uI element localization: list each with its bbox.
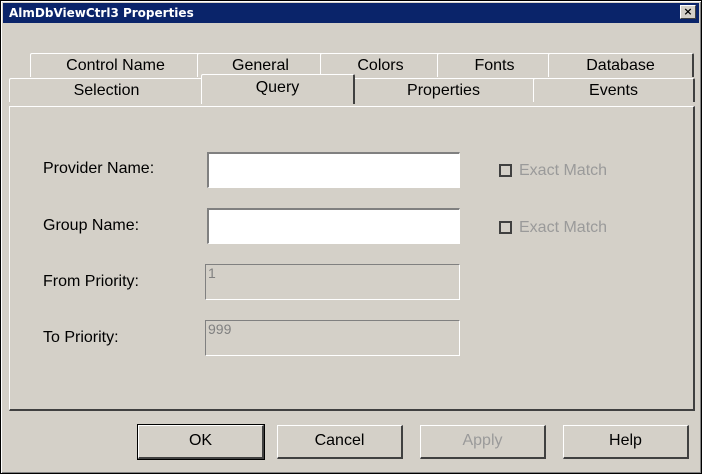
group-name-input[interactable]	[207, 208, 460, 244]
window-title: AlmDbViewCtrl3 Properties	[9, 6, 194, 20]
title-bar[interactable]: AlmDbViewCtrl3 Properties ×	[3, 3, 699, 23]
help-button[interactable]: Help	[563, 425, 689, 459]
checkbox-icon	[499, 221, 512, 234]
query-tab-panel: Provider Name: Exact Match Group Name: E…	[9, 106, 695, 411]
to-priority-input[interactable]: 999	[205, 320, 460, 356]
tab-fonts[interactable]: Fonts	[437, 53, 553, 77]
provider-exact-match-checkbox[interactable]: Exact Match	[499, 162, 629, 180]
provider-exact-match-label: Exact Match	[519, 162, 608, 179]
from-priority-input[interactable]: 1	[205, 264, 460, 300]
group-exact-match-label: Exact Match	[519, 219, 608, 236]
provider-name-input[interactable]	[207, 152, 460, 188]
tab-control-name[interactable]: Control Name	[30, 53, 202, 77]
tab-query[interactable]: Query	[201, 74, 355, 104]
apply-button[interactable]: Apply	[420, 425, 546, 459]
close-icon[interactable]: ×	[680, 5, 696, 19]
tab-events[interactable]: Events	[533, 78, 695, 102]
ok-button[interactable]: OK	[137, 424, 265, 460]
group-name-label: Group Name:	[43, 217, 140, 234]
provider-name-label: Provider Name:	[43, 160, 155, 177]
tab-database[interactable]: Database	[548, 53, 694, 77]
tab-properties[interactable]: Properties	[351, 78, 537, 102]
from-priority-label: From Priority:	[43, 273, 139, 290]
group-exact-match-checkbox[interactable]: Exact Match	[499, 219, 629, 237]
to-priority-label: To Priority:	[43, 329, 119, 346]
checkbox-icon	[499, 164, 512, 177]
tab-selection[interactable]: Selection	[9, 78, 205, 102]
properties-dialog: AlmDbViewCtrl3 Properties × Control Name…	[0, 0, 702, 474]
cancel-button[interactable]: Cancel	[277, 425, 403, 459]
